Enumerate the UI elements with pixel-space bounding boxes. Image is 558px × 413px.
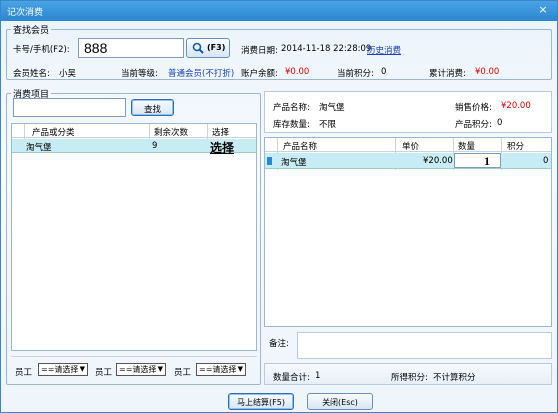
chevron-down-icon: ▼ <box>237 365 243 373</box>
history-link[interactable]: 历史消费 <box>367 44 401 56</box>
staff-select-3[interactable]: ==请选择 ▼ <box>196 363 246 376</box>
item-row-select[interactable]: 选择 <box>210 139 234 156</box>
checkout-button[interactable]: 马上结算(F5) <box>228 393 294 410</box>
product-name-label: 产品名称: <box>273 103 310 113</box>
cart-col-name: 产品名称 <box>283 142 318 152</box>
cart-table-row[interactable]: 淘气堡 ¥20.00 1 0 <box>265 153 551 169</box>
card-input-value: 888 <box>84 40 108 56</box>
member-name-value: 小吴 <box>59 69 77 79</box>
total-consume-value: ¥0.00 <box>475 67 500 77</box>
consume-date-value: 2014-11-18 22:28:09 <box>281 44 372 54</box>
staff-select-1[interactable]: ==请选择 ▼ <box>38 363 88 376</box>
items-col-remaining: 剩余次数 <box>154 128 189 138</box>
product-price-value: ¥20.00 <box>501 101 531 111</box>
current-points-value: 0 <box>381 67 387 77</box>
cart-table-header: 产品名称 单价 数量 积分 <box>265 138 551 152</box>
cart-row-name: 淘气堡 <box>281 158 307 168</box>
product-points-value: 0 <box>497 118 503 128</box>
items-col-select: 选择 <box>212 128 230 138</box>
title-bar: 记次消费 × <box>1 1 557 21</box>
cart-col-price: 单价 <box>402 142 420 152</box>
search-icon <box>192 42 204 57</box>
staff-select-2[interactable]: ==请选择 ▼ <box>116 363 166 376</box>
cart-summary-bar: 数量合计: 1 所得积分: 不计算积分 <box>264 363 552 385</box>
window-title: 记次消费 <box>7 8 44 18</box>
consume-date-label: 消费日期: <box>241 46 278 56</box>
balance-value: ¥0.00 <box>285 67 310 77</box>
items-table-row[interactable]: 淘气堡 9 选择 <box>12 139 256 156</box>
product-stock-value: 不限 <box>319 120 337 130</box>
staff-select-2-value: ==请选择 <box>119 365 157 374</box>
item-row-name: 淘气堡 <box>26 143 52 153</box>
count-total-value: 1 <box>315 371 321 381</box>
member-level-value: 普通会员(不打折) <box>168 69 235 79</box>
close-button-label: 关闭(Esc) <box>322 398 358 407</box>
earned-points-label: 所得积分: <box>391 373 428 383</box>
item-search-button[interactable]: 查找 <box>131 99 174 116</box>
close-button[interactable]: 关闭(Esc) <box>307 393 373 410</box>
total-consume-label: 累计消费: <box>429 69 466 79</box>
earned-points-value: 不计算积分 <box>433 373 476 383</box>
search-member-button-label: (F3) <box>207 43 226 52</box>
card-label: 卡号/手机(F2): <box>13 45 70 55</box>
member-lookup-legend: 查找会员 <box>13 26 50 36</box>
items-col-name: 产品或分类 <box>32 128 75 138</box>
chevron-down-icon: ▼ <box>157 365 163 373</box>
product-name-value: 淘气堡 <box>319 103 345 113</box>
cart-table: 产品名称 单价 数量 积分 淘气堡 ¥20.00 1 0 <box>264 137 552 327</box>
cart-col-points: 积分 <box>507 142 525 152</box>
item-row-remaining: 9 <box>152 141 158 151</box>
close-icon[interactable]: × <box>535 3 551 17</box>
items-table: 产品或分类 剩余次数 选择 淘气堡 9 选择 <box>11 123 257 351</box>
chevron-down-icon: ▼ <box>79 365 85 373</box>
count-total-label: 数量合计: <box>273 373 310 383</box>
product-info-panel: 产品名称: 淘气堡 销售价格: ¥20.00 库存数量: 不限 产品积分: 0 <box>264 91 552 133</box>
items-table-header: 产品或分类 剩余次数 选择 <box>12 124 256 138</box>
card-input[interactable]: 888 <box>78 38 184 58</box>
checkout-button-label: 马上结算(F5) <box>237 398 285 407</box>
member-name-label: 会员姓名: <box>13 69 50 79</box>
item-search-input[interactable] <box>13 98 126 117</box>
cart-col-qty: 数量 <box>458 142 476 152</box>
product-stock-label: 库存数量: <box>273 120 310 130</box>
main-window: 记次消费 × 查找会员 卡号/手机(F2): 888 (F3) 消费日期: 20… <box>0 0 558 413</box>
search-member-button[interactable]: (F3) <box>186 38 230 58</box>
remark-input[interactable] <box>297 332 552 359</box>
balance-label: 账户余额: <box>241 69 278 79</box>
cart-row-qty: 1 <box>484 154 490 168</box>
staff-select-1-value: ==请选择 <box>41 365 79 374</box>
product-points-label: 产品积分: <box>455 120 492 130</box>
staff-label-3: 员工 <box>174 368 192 378</box>
staff-label-1: 员工 <box>15 368 33 378</box>
product-price-label: 销售价格: <box>455 103 492 113</box>
cart-qty-cell[interactable]: 1 <box>454 153 501 168</box>
member-level-label: 当前等级: <box>121 69 158 79</box>
cart-row-points: 0 <box>543 156 549 166</box>
cart-row-price: ¥20.00 <box>423 156 453 166</box>
item-search-button-label: 查找 <box>143 105 161 115</box>
row-marker <box>267 157 272 165</box>
staff-label-2: 员工 <box>95 368 113 378</box>
remark-label: 备注: <box>269 339 289 349</box>
staff-select-3-value: ==请选择 <box>199 365 237 374</box>
current-points-label: 当前积分: <box>337 69 374 79</box>
